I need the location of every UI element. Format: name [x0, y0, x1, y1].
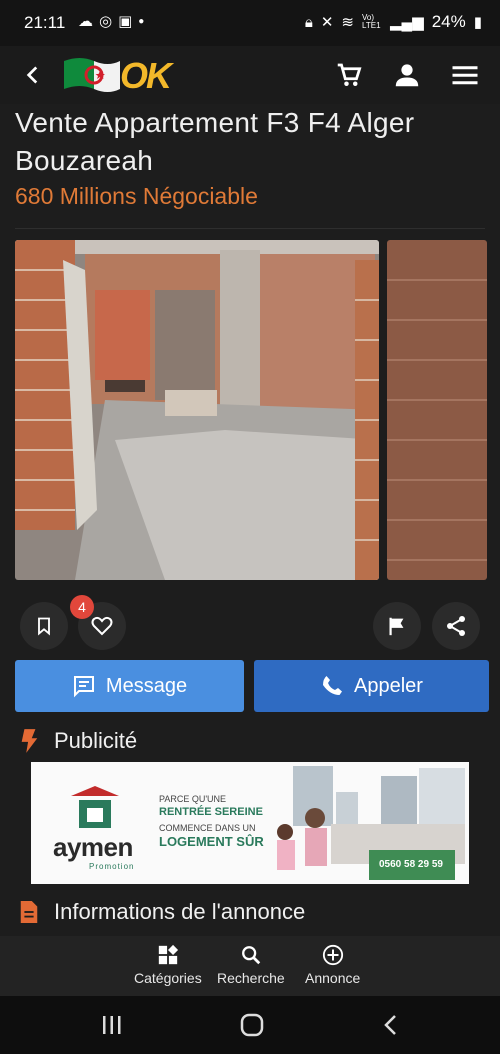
bookmark-icon	[38, 617, 50, 636]
notification-icons: ☁ ◎ ▣ ●	[78, 12, 144, 30]
site-logo[interactable]: OK	[60, 53, 184, 97]
listing-content[interactable]: Vente Appartement F3 F4 Alger Bouzareah …	[0, 104, 500, 936]
info-section-heading: Informations de l'annonce	[18, 899, 305, 925]
call-button-label: Appeler	[354, 674, 423, 697]
hamburger-menu-icon[interactable]	[450, 60, 480, 90]
message-button[interactable]: Message	[15, 660, 244, 712]
nav-categories[interactable]: Catégories	[134, 944, 202, 986]
listing-price: 680 Millions Négociable	[15, 183, 258, 209]
mute-icon: ✕	[320, 14, 334, 31]
ad-line3: COMMENCE DANS UN	[159, 823, 256, 833]
ad-phone: 0560 58 29 59	[379, 859, 443, 870]
lock-icon: 🔒︎	[304, 13, 313, 31]
bottom-navigation: Catégories Recherche Annonce	[0, 936, 500, 996]
add-circle-icon	[322, 944, 343, 966]
account-icon[interactable]	[392, 60, 422, 90]
instagram-icon: ◎	[99, 13, 113, 30]
nav-search[interactable]: Recherche	[217, 944, 285, 986]
ad-section-title: Publicité	[54, 728, 138, 753]
signal-text: Vo) LTE1	[362, 13, 381, 30]
message-button-label: Message	[105, 674, 188, 697]
document-icon	[20, 901, 38, 923]
search-icon	[241, 946, 261, 965]
ad-line1: PARCE QU'UNE	[159, 794, 227, 804]
system-icons: 🔒︎ ✕ ≋ Vo) LTE1 ▂▄▆ 24% ▮	[305, 12, 482, 32]
ad-section-heading: Publicité	[18, 728, 137, 754]
wifi-icon: ≋	[341, 14, 354, 31]
listing-photo-next[interactable]	[387, 240, 487, 580]
call-button[interactable]: Appeler	[254, 660, 489, 712]
ad-banner[interactable]: aymen Promotion PARCE QU'UNE RENTRÉE SER…	[31, 762, 469, 884]
app-bar: OK	[0, 46, 500, 104]
widgets-icon	[158, 944, 178, 965]
nav-post-ad-label: Annonce	[305, 970, 361, 986]
cart-icon[interactable]	[334, 60, 364, 90]
bolt-icon	[21, 729, 38, 753]
share-icon	[447, 616, 465, 636]
ad-brand-sub: Promotion	[89, 862, 135, 871]
info-section-title: Informations de l'annonce	[54, 899, 306, 924]
home-icon[interactable]	[239, 1013, 265, 1037]
ad-line4: LOGEMENT SÛR	[159, 834, 264, 849]
nav-post-ad[interactable]: Annonce	[305, 944, 360, 986]
battery-icon: ▮	[473, 14, 482, 31]
ad-line2: RENTRÉE SEREINE	[159, 806, 263, 818]
divider	[15, 228, 485, 229]
dot-icon: ●	[138, 15, 145, 27]
system-back-icon[interactable]	[380, 1013, 402, 1037]
heart-icon	[91, 616, 113, 636]
flag-icon	[389, 617, 404, 636]
signal-icon: ▂▄▆	[390, 14, 424, 31]
listing-photo[interactable]	[15, 240, 379, 580]
listing-title: Vente Appartement F3 F4 Alger Bouzareah	[15, 107, 415, 176]
status-bar: 21:11 ☁ ◎ ▣ ● 🔒︎ ✕ ≋ Vo) LTE1 ▂▄▆ 24% ▮	[0, 0, 500, 46]
like-count-badge: 4	[70, 595, 94, 619]
phone-icon	[323, 676, 343, 695]
recent-apps-icon[interactable]	[100, 1014, 124, 1036]
logo-text: OK	[120, 55, 172, 96]
image-icon: ▣	[118, 13, 133, 30]
cloud-icon: ☁	[78, 13, 93, 30]
status-time: 21:11	[24, 13, 66, 32]
message-icon	[73, 676, 94, 698]
back-arrow-icon[interactable]	[20, 62, 46, 88]
share-button[interactable]	[432, 602, 480, 650]
report-button[interactable]	[373, 602, 421, 650]
system-navigation	[0, 996, 500, 1054]
nav-categories-label: Catégories	[134, 970, 202, 986]
nav-search-label: Recherche	[217, 970, 285, 986]
battery-text: 24%	[431, 12, 466, 31]
ad-brand: aymen	[53, 832, 133, 862]
bookmark-button[interactable]	[20, 602, 68, 650]
